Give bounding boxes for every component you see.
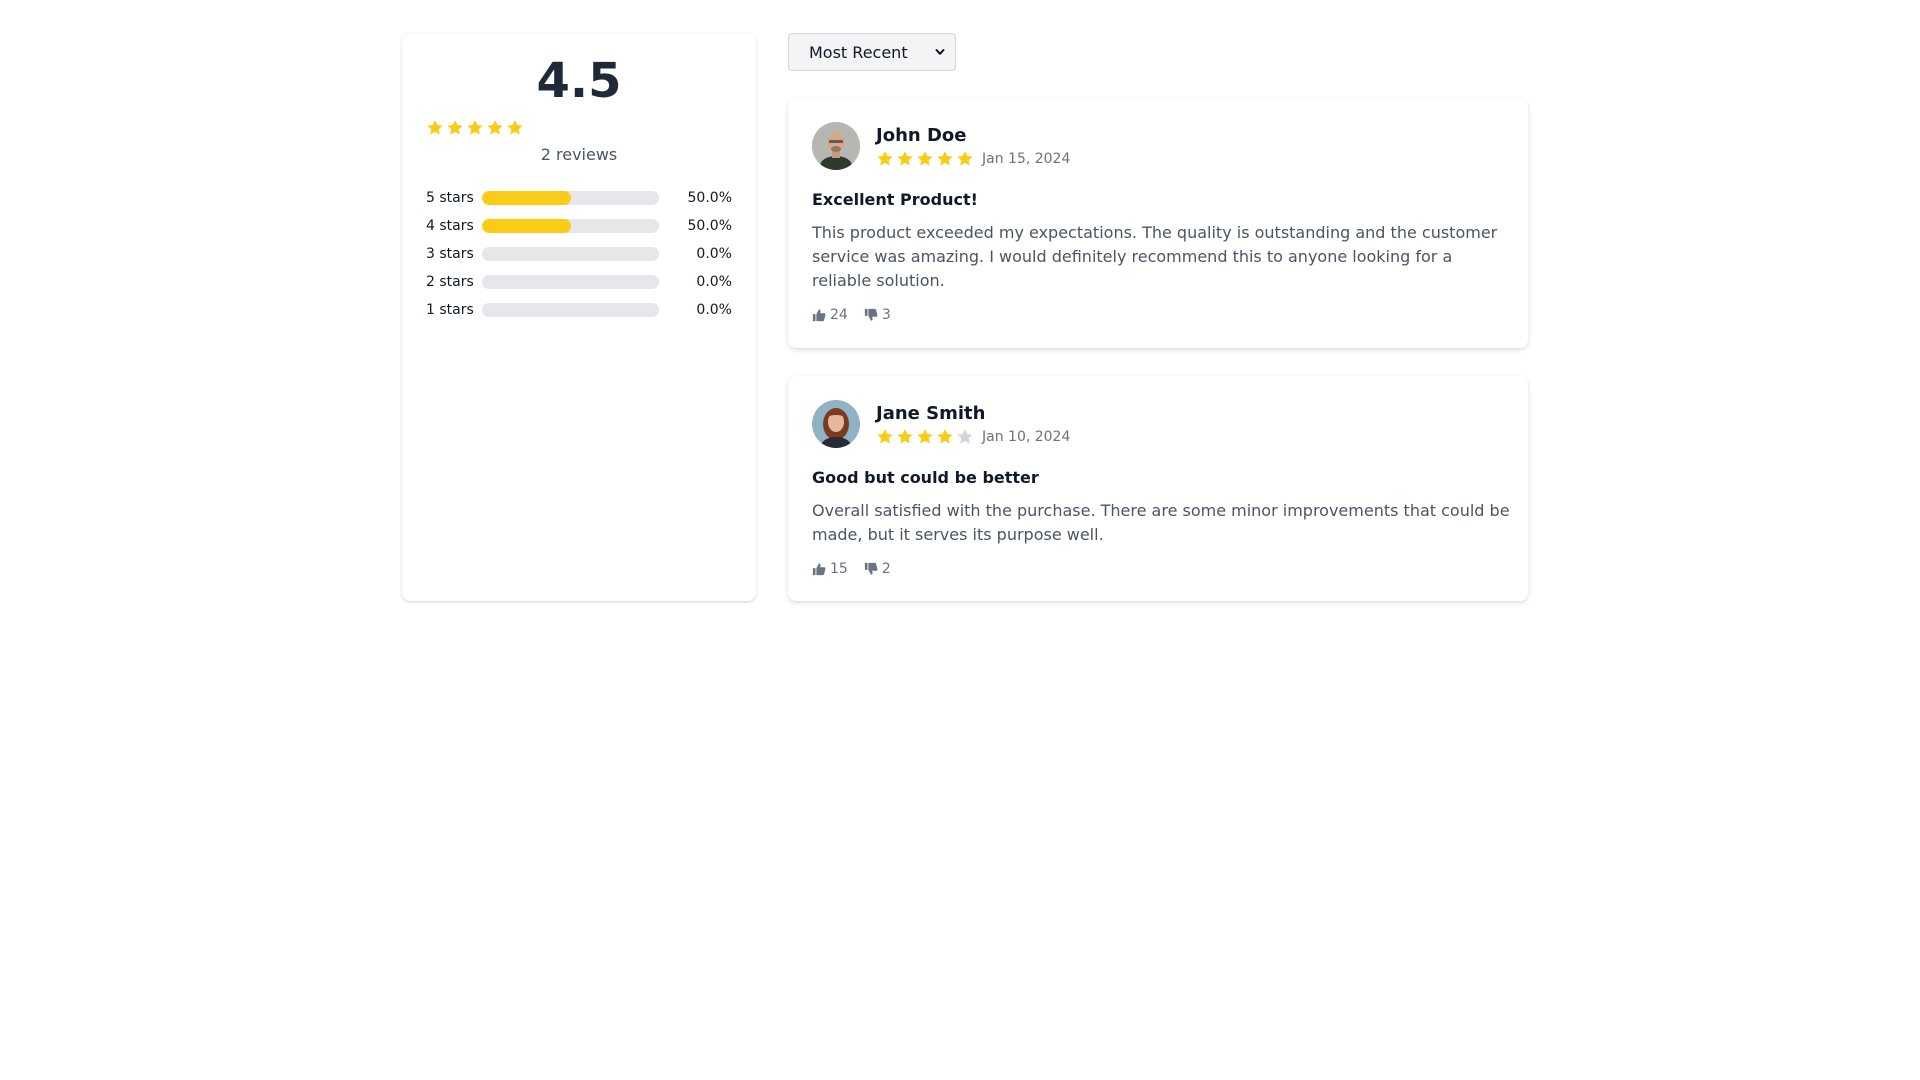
distribution-percent: 0.0% bbox=[696, 302, 732, 318]
star-icon bbox=[467, 120, 483, 135]
review-date: Jan 15, 2024 bbox=[982, 150, 1071, 167]
review-rating-row: Jan 15, 2024 bbox=[876, 150, 1070, 168]
distribution-row-5: 5 stars 50.0% bbox=[426, 184, 732, 212]
average-rating: 4.5 bbox=[536, 53, 622, 109]
star-icon bbox=[937, 428, 953, 444]
star-icon bbox=[427, 120, 443, 135]
star-icon bbox=[917, 428, 933, 444]
avatar bbox=[812, 122, 860, 170]
distribution-percent: 0.0% bbox=[696, 274, 732, 290]
distribution-row-3: 3 stars 0.0% bbox=[426, 240, 732, 268]
chevron-down-icon bbox=[935, 49, 945, 55]
distribution-bar bbox=[482, 303, 659, 317]
reviewer-name: Jane Smith bbox=[876, 402, 986, 424]
distribution-bar bbox=[482, 219, 659, 233]
distribution-percent: 50.0% bbox=[687, 218, 732, 234]
star-icon bbox=[937, 150, 953, 166]
distribution-label: 2 stars bbox=[426, 274, 474, 290]
rating-distribution: 5 stars 50.0% 4 stars 50.0% 3 stars 0.0%… bbox=[426, 184, 732, 324]
distribution-label: 3 stars bbox=[426, 246, 474, 262]
star-icon bbox=[897, 150, 913, 166]
distribution-bar-fill bbox=[482, 219, 571, 233]
star-icon bbox=[487, 120, 503, 135]
review-meta: John Doe Jan 15, 2024 bbox=[876, 125, 1070, 168]
distribution-row-2: 2 stars 0.0% bbox=[426, 268, 732, 296]
review-date: Jan 10, 2024 bbox=[982, 428, 1071, 445]
star-icon bbox=[917, 150, 933, 166]
not-helpful-count: 3 bbox=[881, 307, 891, 323]
review-card: Jane Smith Jan 10, 2024 Good but could b… bbox=[788, 376, 1528, 601]
distribution-row-4: 4 stars 50.0% bbox=[426, 212, 732, 240]
distribution-row-1: 1 stars 0.0% bbox=[426, 296, 732, 324]
distribution-percent: 50.0% bbox=[687, 190, 732, 206]
thumbs-up-icon bbox=[812, 309, 826, 322]
thumbs-down-icon bbox=[864, 308, 878, 321]
thumbs-up-icon bbox=[812, 563, 826, 576]
thumbs-down-icon bbox=[864, 562, 878, 575]
distribution-label: 4 stars bbox=[426, 218, 474, 234]
review-stars bbox=[876, 428, 974, 446]
distribution-percent: 0.0% bbox=[696, 246, 732, 262]
review-card: John Doe Jan 15, 2024 Excellent Product!… bbox=[788, 98, 1528, 348]
review-count: 2 reviews bbox=[540, 145, 618, 164]
distribution-bar bbox=[482, 247, 659, 261]
review-title: Excellent Product! bbox=[812, 190, 978, 209]
star-icon bbox=[877, 150, 893, 166]
avatar bbox=[812, 400, 860, 448]
review-header: Jane Smith Jan 10, 2024 bbox=[812, 400, 1504, 448]
review-body: Overall satisfied with the purchase. The… bbox=[812, 501, 1510, 544]
helpful-count: 24 bbox=[830, 307, 848, 323]
not-helpful-button[interactable]: 3 bbox=[864, 307, 891, 323]
star-icon bbox=[447, 120, 463, 135]
star-icon bbox=[957, 428, 973, 444]
star-icon bbox=[897, 428, 913, 444]
review-rating-row: Jan 10, 2024 bbox=[876, 428, 1070, 446]
rating-summary-panel: 4.5 2 reviews 5 stars 50.0% 4 stars 50.0… bbox=[402, 33, 756, 601]
sort-selected-value: Most Recent bbox=[809, 42, 908, 62]
distribution-label: 1 stars bbox=[426, 302, 474, 318]
review-actions: 24 3 bbox=[812, 307, 1504, 323]
review-body: This product exceeded my expectations. T… bbox=[812, 223, 1498, 290]
sort-select[interactable]: Most Recent bbox=[788, 33, 956, 71]
helpful-count: 15 bbox=[830, 561, 848, 577]
review-stars bbox=[876, 150, 974, 168]
helpful-button[interactable]: 24 bbox=[812, 307, 848, 323]
review-actions: 15 2 bbox=[812, 561, 1504, 577]
review-title: Good but could be better bbox=[812, 468, 1039, 487]
distribution-bar bbox=[482, 191, 659, 205]
star-icon bbox=[507, 120, 523, 135]
not-helpful-button[interactable]: 2 bbox=[864, 561, 891, 577]
not-helpful-count: 2 bbox=[881, 561, 891, 577]
average-rating-stars bbox=[426, 119, 732, 137]
distribution-bar-fill bbox=[482, 191, 571, 205]
helpful-button[interactable]: 15 bbox=[812, 561, 848, 577]
distribution-label: 5 stars bbox=[426, 190, 474, 206]
review-header: John Doe Jan 15, 2024 bbox=[812, 122, 1504, 170]
distribution-bar bbox=[482, 275, 659, 289]
star-icon bbox=[877, 428, 893, 444]
review-meta: Jane Smith Jan 10, 2024 bbox=[876, 403, 1070, 446]
star-icon bbox=[957, 150, 973, 166]
reviewer-name: John Doe bbox=[876, 124, 967, 146]
